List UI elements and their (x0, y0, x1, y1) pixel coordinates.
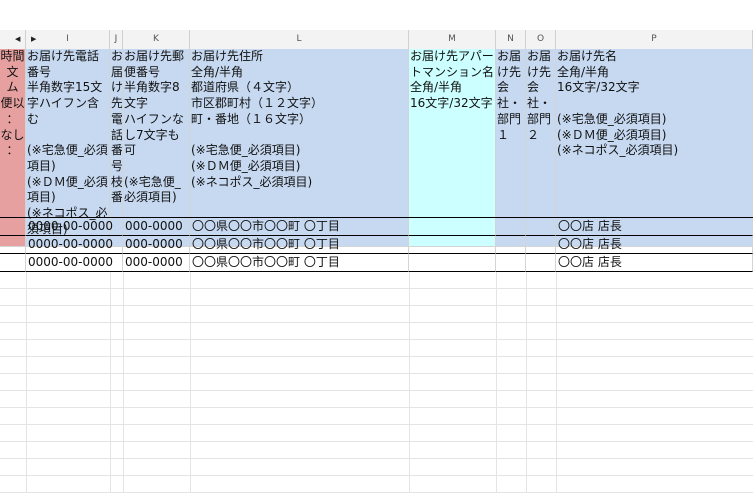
empty-row[interactable] (0, 476, 753, 493)
spreadsheet-grid[interactable]: ◀ ▶ I J K L M N O P 時間 文 ム 便以 ： なし ： お届け… (0, 30, 753, 493)
empty-row[interactable] (0, 357, 753, 374)
table-cell-h[interactable] (0, 218, 26, 236)
table-cell-building[interactable] (409, 236, 496, 254)
table-cell-address[interactable]: 〇〇県〇〇市〇〇町 〇丁目 (190, 218, 409, 236)
empty-row[interactable] (0, 408, 753, 425)
table-cell-address[interactable]: 〇〇県〇〇市〇〇町 〇丁目 (190, 254, 409, 272)
empty-row[interactable] (0, 306, 753, 323)
column-header-h[interactable] (0, 30, 26, 49)
column-header-i[interactable]: I (26, 30, 110, 49)
column-header-n[interactable]: N (496, 30, 526, 49)
table-cell-dept1[interactable] (496, 218, 526, 236)
empty-row[interactable] (0, 289, 753, 306)
table-cell-h[interactable] (0, 236, 26, 254)
table-cell-dept2[interactable] (526, 218, 556, 236)
table-cell-name[interactable]: 〇〇店 店長 (556, 254, 753, 272)
empty-row[interactable] (0, 374, 753, 391)
table-cell-zip[interactable]: 000-0000 (123, 218, 190, 236)
table-cell-zip[interactable]: 000-0000 (123, 236, 190, 254)
table-cell-zip[interactable]: 000-0000 (123, 254, 190, 272)
column-header-o[interactable]: O (526, 30, 556, 49)
table-cell-phone[interactable]: 0000-00-0000 (26, 218, 123, 236)
column-header-p[interactable]: P (556, 30, 753, 49)
table-cell-h[interactable] (0, 254, 26, 272)
table-cell-name[interactable]: 〇〇店 店長 (556, 236, 753, 254)
column-header-l[interactable]: L (190, 30, 409, 49)
column-header-j[interactable]: J (110, 30, 123, 49)
empty-row[interactable] (0, 340, 753, 357)
empty-row[interactable] (0, 425, 753, 442)
empty-row[interactable] (0, 272, 753, 289)
empty-row[interactable] (0, 442, 753, 459)
scroll-left-arrow-icon[interactable]: ◀ (15, 30, 20, 49)
column-header-row: ◀ ▶ I J K L M N O P (0, 30, 753, 50)
table-cell-phone[interactable]: 0000-00-0000 (26, 254, 123, 272)
toolbar-area (0, 0, 753, 31)
empty-row[interactable] (0, 459, 753, 476)
table-cell-building[interactable] (409, 254, 496, 272)
table-cell-phone[interactable]: 0000-00-0000 (26, 236, 123, 254)
table-cell-address[interactable]: 〇〇県〇〇市〇〇町 〇丁目 (190, 236, 409, 254)
table-cell-building[interactable] (409, 218, 496, 236)
column-header-k[interactable]: K (123, 30, 190, 49)
table-cell-name[interactable]: 〇〇店 店長 (556, 218, 753, 236)
table-cell-dept2[interactable] (526, 236, 556, 254)
empty-row[interactable] (0, 391, 753, 408)
empty-row[interactable] (0, 323, 753, 340)
column-header-m[interactable]: M (409, 30, 496, 49)
table-cell-dept1[interactable] (496, 254, 526, 272)
table-cell-dept2[interactable] (526, 254, 556, 272)
table-cell-dept1[interactable] (496, 236, 526, 254)
